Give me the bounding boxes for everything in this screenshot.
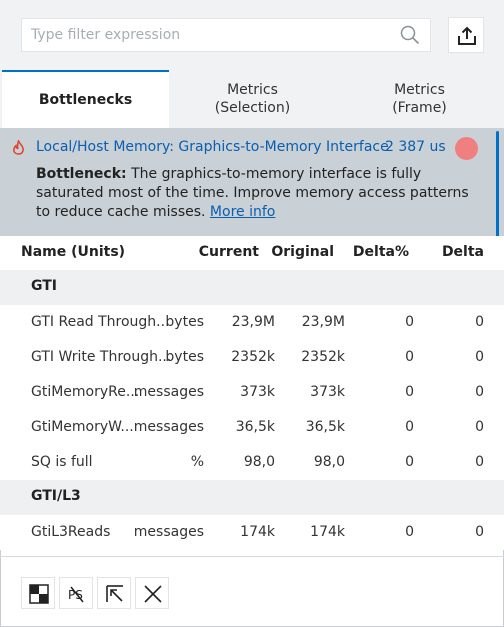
close-icon xyxy=(144,585,162,603)
tab-label: Metrics (Frame) xyxy=(392,82,447,116)
tab-metrics-selection[interactable]: Metrics (Selection) xyxy=(169,70,336,128)
metric-name: GtiMemoryW... xyxy=(31,419,134,435)
metric-unit: messages xyxy=(133,524,204,540)
metric-original: 23,9M xyxy=(301,314,345,330)
table-row[interactable]: GtiMemoryRe... messages 373k 373k 0 0 xyxy=(0,375,504,410)
export-button[interactable] xyxy=(448,17,484,53)
metric-name: GTI Read Through... xyxy=(31,314,170,330)
group-row-gti-l3[interactable]: GTI/L3 xyxy=(0,480,504,515)
metric-original: 373k xyxy=(310,384,345,400)
metric-delta: 0 xyxy=(475,419,484,435)
table-row[interactable]: GtiMemoryW... messages 36,5k 36,5k 0 0 xyxy=(0,410,504,445)
column-header-delta-pct[interactable]: Delta% xyxy=(353,244,409,260)
tab-metrics-frame[interactable]: Metrics (Frame) xyxy=(336,70,503,128)
metric-current: 2352k xyxy=(231,349,275,365)
search-box[interactable] xyxy=(21,18,431,52)
metric-delta-pct: 0 xyxy=(405,349,414,365)
metric-current: 36,5k xyxy=(235,419,275,435)
column-header-delta[interactable]: Delta xyxy=(442,244,484,260)
divider xyxy=(0,556,504,557)
metric-name: GtiL3Reads xyxy=(31,524,111,540)
metric-unit: messages xyxy=(133,419,204,435)
corner-button[interactable] xyxy=(97,577,131,609)
metric-unit: % xyxy=(190,454,204,470)
search-icon[interactable] xyxy=(400,25,420,45)
tab-bottlenecks[interactable]: Bottlenecks xyxy=(2,70,169,128)
metric-original: 2352k xyxy=(301,349,345,365)
ps-strikethrough-icon: PS xyxy=(68,586,84,603)
metric-name: GTI Write Through... xyxy=(31,349,172,365)
arrow-corner-icon xyxy=(106,585,123,602)
tab-bar: Bottlenecks Metrics (Selection) Metrics … xyxy=(0,70,504,128)
bottleneck-label: Bottleneck: xyxy=(36,166,127,182)
metric-original: 98,0 xyxy=(313,454,345,470)
close-button[interactable] xyxy=(135,577,169,609)
checker-button[interactable] xyxy=(21,577,55,609)
tab-label: Bottlenecks xyxy=(38,92,133,108)
severity-indicator xyxy=(455,137,478,160)
group-label: GTI xyxy=(31,278,58,294)
metric-current: 23,9M xyxy=(231,314,275,330)
metric-original: 174k xyxy=(310,524,345,540)
metric-current: 174k xyxy=(240,524,275,540)
more-info-link[interactable]: More info xyxy=(210,204,275,220)
tab-label: Metrics (Selection) xyxy=(214,82,291,116)
metric-original: 36,5k xyxy=(305,419,345,435)
table-row[interactable]: SQ is full % 98,0 98,0 0 0 xyxy=(0,445,504,480)
group-row-gti[interactable]: GTI xyxy=(0,270,504,305)
table-header: Name (Units) Current Original Delta% Del… xyxy=(0,236,504,270)
search-input[interactable] xyxy=(22,19,392,51)
metric-delta-pct: 0 xyxy=(405,454,414,470)
export-icon xyxy=(458,26,476,45)
group-label: GTI/L3 xyxy=(31,488,81,504)
metric-delta-pct: 0 xyxy=(405,419,414,435)
table-row[interactable]: GTI Write Through... bytes 2352k 2352k 0… xyxy=(0,340,504,375)
metric-delta: 0 xyxy=(475,349,484,365)
flame-icon xyxy=(13,140,24,155)
table-row[interactable]: GTI Read Through... bytes 23,9M 23,9M 0 … xyxy=(0,305,504,340)
column-header-name[interactable]: Name (Units) xyxy=(21,244,125,260)
column-header-original[interactable]: Original xyxy=(271,244,334,260)
metric-delta: 0 xyxy=(475,384,484,400)
metric-delta-pct: 0 xyxy=(405,314,414,330)
metric-delta: 0 xyxy=(475,454,484,470)
bottleneck-title[interactable]: Local/Host Memory: Graphics-to-Memory In… xyxy=(36,139,389,155)
metric-current: 98,0 xyxy=(243,454,275,470)
metric-name: GtiMemoryRe... xyxy=(31,384,140,400)
metric-delta: 0 xyxy=(475,314,484,330)
bottleneck-description: Bottleneck: The graphics-to-memory inter… xyxy=(36,165,486,222)
metric-delta: 0 xyxy=(475,524,484,540)
bottleneck-time: 2 387 us xyxy=(385,139,446,155)
metric-unit: bytes xyxy=(165,314,204,330)
metric-unit: bytes xyxy=(165,349,204,365)
column-header-current[interactable]: Current xyxy=(199,244,259,260)
metric-unit: messages xyxy=(133,384,204,400)
metric-delta-pct: 0 xyxy=(405,524,414,540)
filter-bar xyxy=(0,0,504,70)
metric-delta-pct: 0 xyxy=(405,384,414,400)
table-row[interactable]: GtiL3Reads messages 174k 174k 0 0 xyxy=(0,515,504,550)
checker-icon xyxy=(29,584,49,604)
metric-current: 373k xyxy=(240,384,275,400)
ps-toggle-button[interactable]: PS xyxy=(59,577,93,609)
metric-name: SQ is full xyxy=(31,454,93,470)
